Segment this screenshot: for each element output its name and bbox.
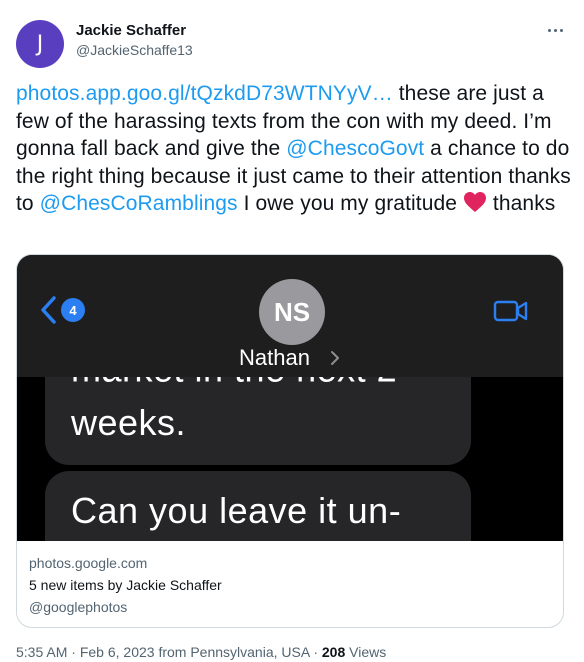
tweet-date[interactable]: Feb 6, 2023 bbox=[80, 644, 155, 660]
tweet-time[interactable]: 5:35 AM bbox=[16, 644, 67, 660]
tweet-metadata: 5:35 AM · Feb 6, 2023 from Pennsylvania,… bbox=[16, 644, 386, 660]
red-heart-icon bbox=[464, 192, 486, 212]
author-handle[interactable]: @JackieSchaffe13 bbox=[76, 42, 193, 58]
mention-chescogovt[interactable]: @ChescoGovt bbox=[286, 137, 424, 160]
message-bubble-2: Can you leave it un- bbox=[45, 471, 471, 541]
photos-link[interactable]: photos.app.goo.gl/tQzkdD73WTNYyV… bbox=[16, 82, 393, 105]
bubble-2-text: Can you leave it un- bbox=[71, 490, 402, 531]
tweet-location: from Pennsylvania, USA bbox=[158, 644, 310, 660]
back-chevron-icon bbox=[41, 296, 56, 324]
separator-dot: · bbox=[71, 644, 80, 660]
more-options-icon[interactable] bbox=[542, 22, 568, 38]
avatar-initial: J bbox=[36, 31, 44, 57]
video-call-icon bbox=[493, 300, 528, 322]
bubble-1-line-2: weeks. bbox=[71, 402, 187, 443]
tweet-text-part-3: I owe you my gratitude bbox=[237, 192, 463, 215]
tweet: J Jackie Schaffer @JackieSchaffe13 photo… bbox=[0, 0, 584, 662]
card-title: 5 new items by Jackie Schaffer bbox=[29, 577, 222, 593]
card-domain: photos.google.com bbox=[29, 555, 148, 571]
chevron-right-icon bbox=[331, 351, 339, 365]
contact-avatar: NS bbox=[259, 279, 325, 345]
author-avatar[interactable]: J bbox=[16, 20, 64, 68]
media-screenshot[interactable]: market in the next 2 weeks. Can you leav… bbox=[17, 255, 563, 541]
card-handle: @googlephotos bbox=[29, 599, 128, 615]
mention-chescoramblings[interactable]: @ChesCoRamblings bbox=[40, 192, 238, 215]
tweet-text: photos.app.goo.gl/tQzkdD73WTNYyV… these … bbox=[16, 80, 572, 218]
separator-dot: · bbox=[313, 644, 322, 660]
views-label: Views bbox=[349, 644, 387, 660]
tweet-text-part-4: thanks bbox=[487, 192, 556, 215]
link-card[interactable]: market in the next 2 weeks. Can you leav… bbox=[16, 254, 564, 628]
contact-name: Nathan bbox=[239, 345, 310, 370]
views-count: 208 bbox=[321, 644, 346, 660]
author-name[interactable]: Jackie Schaffer bbox=[76, 22, 186, 39]
unread-count-badge: 4 bbox=[61, 298, 85, 322]
